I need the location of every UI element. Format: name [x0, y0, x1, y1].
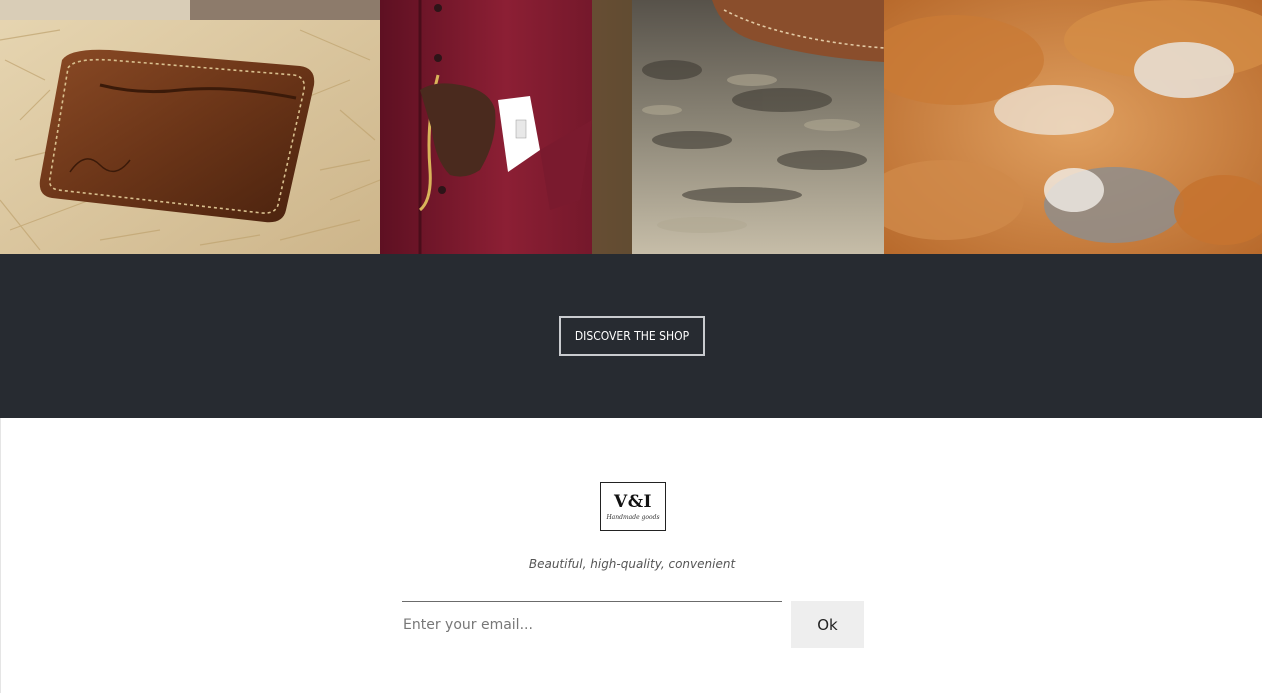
discover-the-shop-button[interactable]: DISCOVER THE SHOP [559, 316, 705, 356]
logo-sub-text: Handmade goods [606, 513, 660, 521]
photo-gallery [0, 0, 1262, 254]
tagline: Beautiful, high-quality, convenient [528, 557, 736, 571]
email-input[interactable] [402, 601, 782, 647]
logo-main-text: V&I [614, 491, 652, 512]
footer: V&I Handmade goods Beautiful, high-quali… [0, 418, 1262, 693]
subscribe-ok-button[interactable]: Ok [791, 601, 864, 648]
leather-and-stone-texture-photo[interactable] [632, 0, 884, 254]
leather-card-wallet-photo[interactable] [0, 0, 380, 254]
fox-fur-texture-photo[interactable] [884, 0, 1262, 254]
burgundy-suit-pocket-watch-photo[interactable] [380, 0, 632, 254]
brand-logo[interactable]: V&I Handmade goods [600, 482, 666, 531]
shop-banner: DISCOVER THE SHOP [0, 254, 1262, 418]
